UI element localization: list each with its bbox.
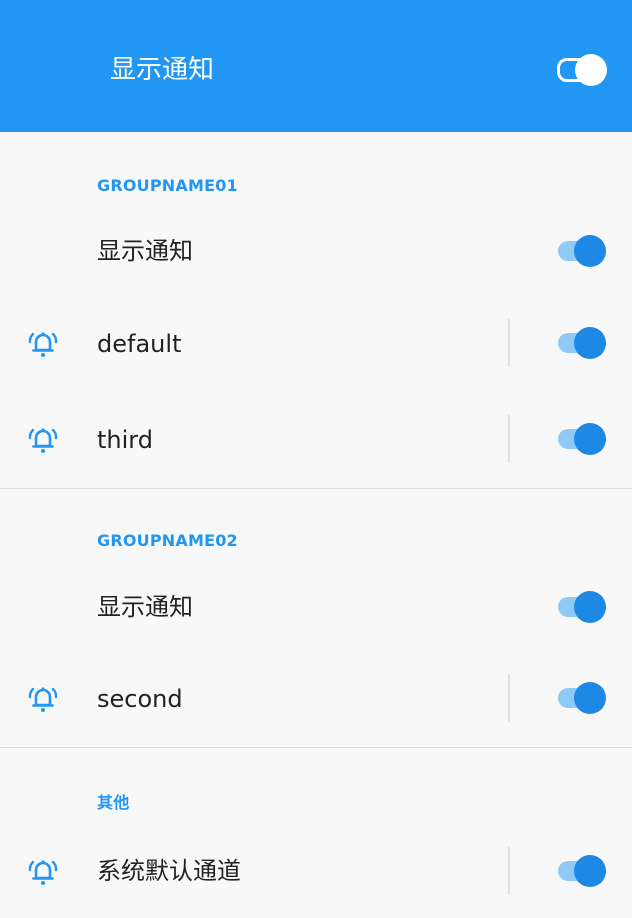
app-header: 显示通知: [0, 0, 632, 132]
channel-label-system-default: 系统默认通道: [97, 857, 241, 885]
group-title-other: 其他: [97, 793, 130, 812]
group1-master-label: 显示通知: [97, 237, 193, 265]
header-title: 显示通知: [110, 55, 215, 85]
channel-toggle-third[interactable]: [556, 421, 606, 457]
group-divider: [0, 488, 632, 489]
row-divider: [508, 319, 510, 367]
row-divider: [508, 847, 510, 895]
group-title-groupname01: GROUPNAME01: [97, 176, 238, 195]
row-divider: [508, 415, 510, 463]
bell-icon: [28, 332, 58, 357]
group2-master-toggle[interactable]: [556, 589, 606, 625]
toggle-thumb: [574, 423, 606, 455]
group-title-groupname02: GROUPNAME02: [97, 531, 238, 550]
toggle-thumb: [574, 855, 606, 887]
channel-label-third: third: [97, 426, 153, 454]
toggle-thumb: [574, 591, 606, 623]
channel-toggle-second[interactable]: [556, 680, 606, 716]
toggle-thumb: [575, 54, 607, 86]
bell-icon: [28, 860, 58, 885]
toggle-thumb: [574, 235, 606, 267]
toggle-thumb: [574, 682, 606, 714]
bell-icon: [28, 428, 58, 453]
row-divider: [508, 674, 510, 722]
channel-label-second: second: [97, 685, 183, 713]
group1-master-toggle[interactable]: [556, 233, 606, 269]
group2-master-label: 显示通知: [97, 593, 193, 621]
toggle-thumb: [574, 327, 606, 359]
channel-toggle-default[interactable]: [556, 325, 606, 361]
channel-toggle-system-default[interactable]: [556, 853, 606, 889]
header-master-toggle[interactable]: [557, 52, 607, 88]
channel-label-default: default: [97, 330, 182, 358]
group-divider: [0, 747, 632, 748]
bell-icon: [28, 687, 58, 712]
